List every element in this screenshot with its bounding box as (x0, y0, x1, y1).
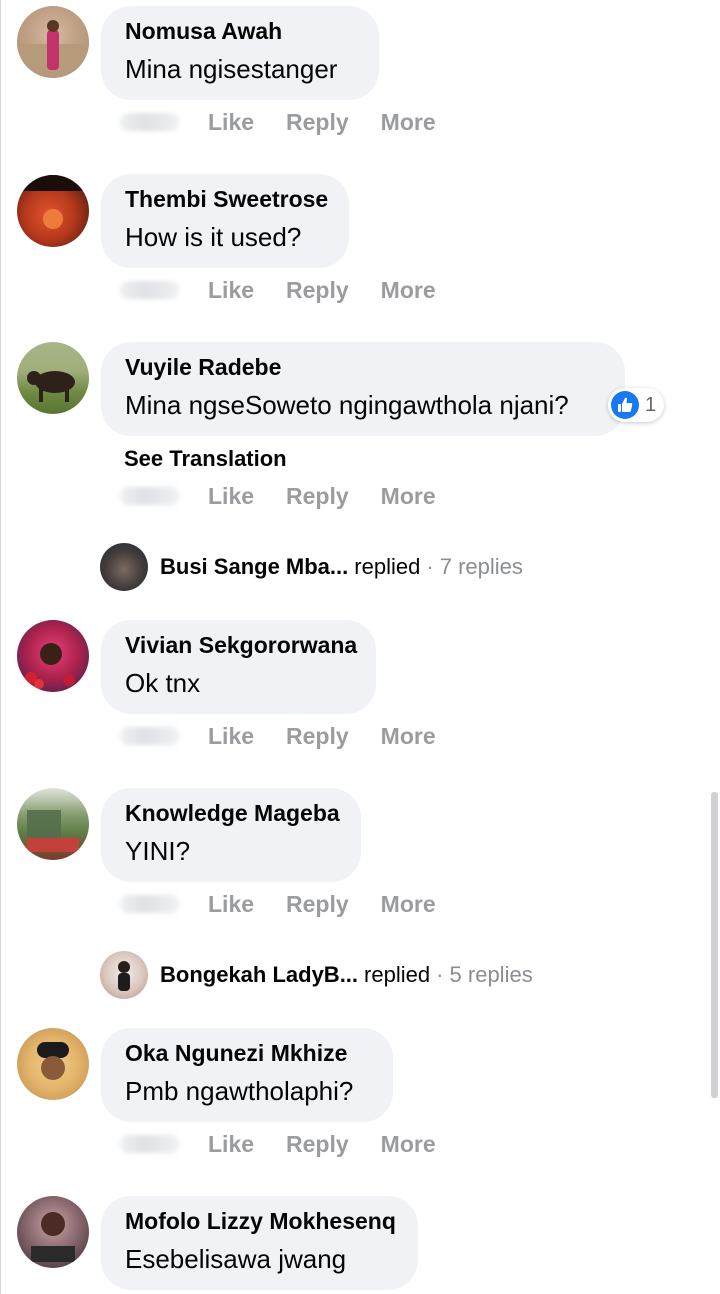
avatar (100, 543, 148, 591)
see-translation-link[interactable]: See Translation (124, 446, 287, 472)
like-button[interactable]: Like (208, 483, 254, 510)
avatar[interactable] (17, 342, 89, 414)
comment-actions: Like Reply More (120, 1124, 468, 1164)
like-button[interactable]: Like (208, 1131, 254, 1158)
reply-button[interactable]: Reply (286, 1131, 349, 1158)
replies-summary[interactable]: Bongekah LadyB... replied · 5 replies (100, 951, 533, 999)
avatar[interactable] (17, 6, 89, 78)
comment-text: YINI? (125, 836, 191, 866)
comment-author[interactable]: Mofolo Lizzy Mokhesenq (125, 1208, 396, 1235)
comment-bubble: Nomusa Awah Mina ngisestanger (101, 6, 379, 100)
avatar[interactable] (17, 620, 89, 692)
comment-author[interactable]: Vuyile Radebe (125, 354, 281, 381)
comment-actions: Like Reply More (120, 270, 468, 310)
comment-text: How is it used? (125, 222, 302, 252)
comment-actions: Like Reply More (120, 884, 468, 924)
avatar[interactable] (17, 788, 89, 860)
reply-author: Bongekah LadyB... (160, 962, 359, 987)
reaction-badge[interactable]: 1 (608, 388, 665, 422)
avatar[interactable] (17, 1028, 89, 1100)
more-button[interactable]: More (381, 723, 436, 750)
like-button[interactable]: Like (208, 891, 254, 918)
scrollbar[interactable] (711, 792, 718, 1098)
comment-timestamp (120, 727, 180, 745)
avatar[interactable] (17, 175, 89, 247)
reply-count: · 7 replies (426, 554, 523, 579)
reply-button[interactable]: Reply (286, 483, 349, 510)
reply-button[interactable]: Reply (286, 277, 349, 304)
comment-bubble: Knowledge Mageba YINI? (101, 788, 361, 882)
comment-bubble: Mofolo Lizzy Mokhesenq Esebelisawa jwang (101, 1196, 418, 1290)
comment-bubble: Vivian Sekgororwana Ok tnx (101, 620, 376, 714)
comment-text: Mina ngseSoweto ngingawthola njani? (125, 390, 569, 420)
reply-button[interactable]: Reply (286, 723, 349, 750)
comment-bubble: Thembi Sweetrose How is it used? (101, 174, 349, 268)
like-button[interactable]: Like (208, 723, 254, 750)
like-button[interactable]: Like (208, 109, 254, 136)
comment-timestamp (120, 281, 180, 299)
thumbs-up-icon (611, 391, 639, 419)
avatar (100, 951, 148, 999)
comment-author[interactable]: Knowledge Mageba (125, 800, 340, 827)
comment-author[interactable]: Nomusa Awah (125, 18, 282, 45)
avatar[interactable] (17, 1196, 89, 1268)
reply-button[interactable]: Reply (286, 891, 349, 918)
comment-actions: Like Reply More (120, 102, 468, 142)
reply-author: Busi Sange Mba... (160, 554, 349, 579)
more-button[interactable]: More (381, 1131, 436, 1158)
more-button[interactable]: More (381, 891, 436, 918)
reply-count: · 5 replies (436, 962, 533, 987)
more-button[interactable]: More (381, 109, 436, 136)
comment-timestamp (120, 1135, 180, 1153)
reaction-count: 1 (645, 393, 657, 416)
left-edge-divider (0, 0, 1, 1294)
comment-text: Mina ngisestanger (125, 54, 338, 84)
replied-label: replied (364, 962, 431, 987)
more-button[interactable]: More (381, 277, 436, 304)
comment-author[interactable]: Thembi Sweetrose (125, 186, 328, 213)
replied-label: replied (354, 554, 421, 579)
comment-author[interactable]: Vivian Sekgororwana (125, 632, 357, 659)
comment-bubble: Vuyile Radebe Mina ngseSoweto ngingawtho… (101, 342, 625, 436)
more-button[interactable]: More (381, 483, 436, 510)
comment-bubble: Oka Ngunezi Mkhize Pmb ngawtholaphi? (101, 1028, 393, 1122)
comment-actions: Like Reply More (120, 476, 468, 516)
comment-text: Ok tnx (125, 668, 201, 698)
comment-timestamp (120, 113, 180, 131)
comment-author[interactable]: Oka Ngunezi Mkhize (125, 1040, 347, 1067)
comment-actions: Like Reply More (120, 716, 468, 756)
replies-summary[interactable]: Busi Sange Mba... replied · 7 replies (100, 543, 523, 591)
comment-text: Pmb ngawtholaphi? (125, 1076, 354, 1106)
comment-timestamp (120, 487, 180, 505)
comment-text: Esebelisawa jwang (125, 1244, 347, 1274)
like-button[interactable]: Like (208, 277, 254, 304)
comment-timestamp (120, 895, 180, 913)
reply-button[interactable]: Reply (286, 109, 349, 136)
